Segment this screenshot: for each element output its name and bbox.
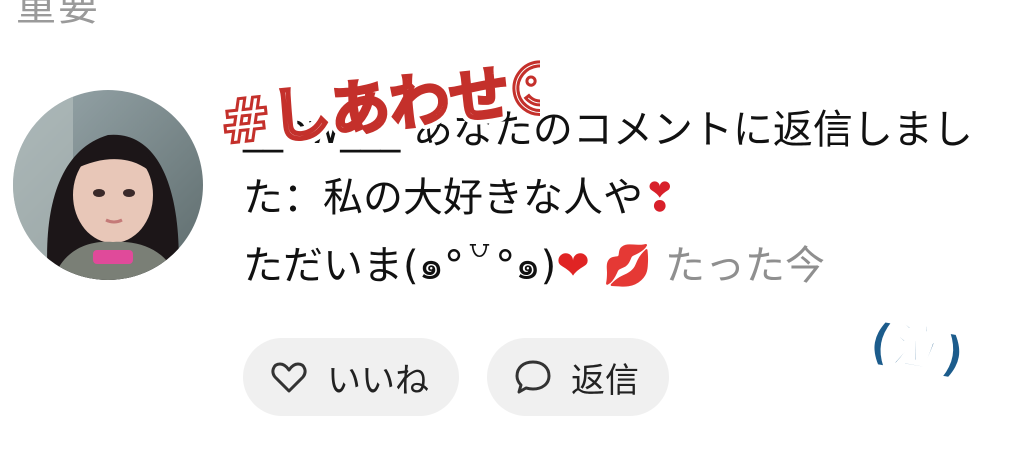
like-button[interactable]: いいね <box>243 338 459 416</box>
action-bar: いいね 返信 <box>243 338 669 416</box>
username[interactable]: __ow___ <box>243 107 400 153</box>
kiss-mark-icon: 💋 <box>602 243 653 289</box>
timestamp: たった今 <box>665 243 826 289</box>
section-header: 重要 <box>16 0 100 30</box>
reply-button[interactable]: 返信 <box>487 338 669 416</box>
avatar[interactable] <box>13 90 203 280</box>
like-label: いいね <box>327 360 429 401</box>
red-heart-icon: ❤ <box>556 243 590 289</box>
cry-sticker-text: (泣) <box>865 311 969 385</box>
comment-message-cont: ただいま(๑°꒵°๑) <box>243 243 557 289</box>
notification-item[interactable]: 重要 __ow___ あなたのコメントに返信しました：私の大好きな人や❣ ただいま… <box>0 0 1024 471</box>
cry-sticker: (泣) <box>864 310 970 386</box>
comment-text: __ow___ あなたのコメントに返信しました：私の大好きな人や❣ ただいま(๑°… <box>243 96 1003 300</box>
heart-exclamation-icon: ❣ <box>643 175 677 221</box>
speech-bubble-icon <box>513 357 553 397</box>
heart-outline-icon <box>269 357 309 397</box>
avatar-photo <box>13 90 203 280</box>
reply-label: 返信 <box>571 360 639 401</box>
